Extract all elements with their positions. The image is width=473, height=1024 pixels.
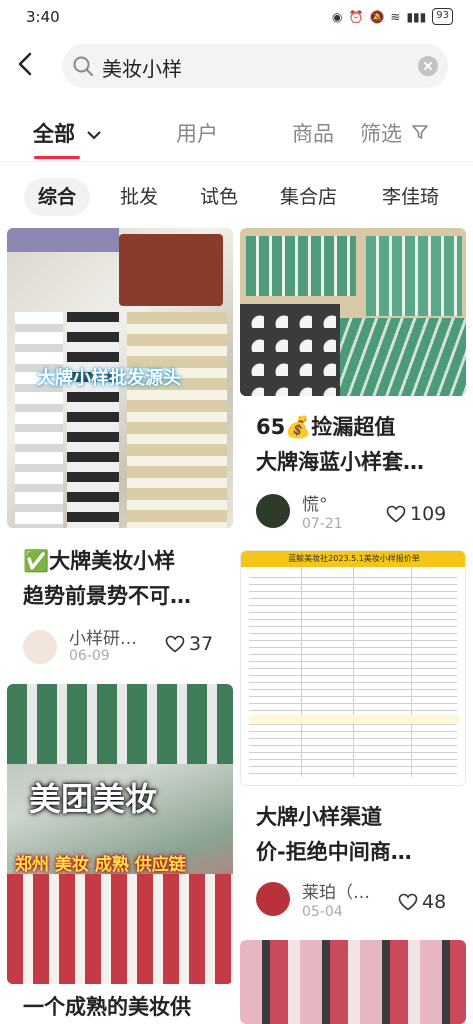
note-card[interactable]: 大牌小样批发源头 ✅大牌美妆小样 趋势前景势不可… 小样研… 06-09 37 bbox=[7, 228, 233, 674]
product-stack bbox=[67, 312, 119, 528]
product-box bbox=[366, 236, 462, 316]
search-input[interactable]: 美妆小样 bbox=[62, 44, 448, 88]
chip-swatch[interactable]: 试色 bbox=[186, 178, 252, 216]
chip-wholesale[interactable]: 批发 bbox=[106, 178, 172, 216]
sheet-title: 蓝鲸美妆社2023.5.1美妆小样报价单 bbox=[288, 554, 420, 563]
note-date: 06-09 bbox=[69, 648, 110, 664]
tab-products[interactable]: 商品 bbox=[292, 118, 334, 148]
table-section-header bbox=[249, 715, 459, 723]
battery-icon: 93 bbox=[432, 8, 453, 25]
heart-icon bbox=[398, 893, 418, 911]
note-title-line: 大牌海蓝小样套… bbox=[256, 450, 424, 474]
like-button[interactable]: 37 bbox=[165, 633, 213, 655]
author-name[interactable]: 慌° bbox=[302, 490, 328, 515]
avatar[interactable] bbox=[256, 494, 290, 528]
note-title-line: 一个成熟的美妆供 bbox=[23, 995, 191, 1019]
tab-indicator bbox=[34, 156, 80, 159]
status-time: 3:40 bbox=[26, 8, 60, 26]
wifi-icon: ≋ bbox=[390, 9, 401, 24]
avatar[interactable] bbox=[256, 882, 290, 916]
chip-store[interactable]: 集合店 bbox=[266, 178, 351, 216]
chip-li-jiaqi[interactable]: 李佳琦 bbox=[368, 178, 453, 216]
note-title-line: 65💰捡漏超值 bbox=[256, 415, 396, 439]
status-bar: 3:40 ◉ ⏰ 🔕 ≋ ▮▮▮ 93 bbox=[0, 0, 473, 36]
like-count: 37 bbox=[189, 633, 214, 655]
note-card[interactable] bbox=[240, 940, 466, 1024]
note-title: ✅大牌美妆小样 趋势前景势不可… bbox=[23, 544, 191, 614]
product-stack bbox=[127, 312, 227, 528]
note-date: 07-21 bbox=[302, 516, 343, 532]
tab-filter[interactable]: 筛选 bbox=[360, 118, 429, 148]
like-count: 109 bbox=[410, 503, 447, 525]
like-button[interactable]: 109 bbox=[386, 503, 446, 525]
product-stack bbox=[15, 312, 63, 528]
tab-filter-label: 筛选 bbox=[360, 122, 402, 146]
avatar[interactable] bbox=[23, 630, 57, 664]
note-title-line: 价-拒绝中间商… bbox=[256, 840, 412, 864]
status-icons: ◉ ⏰ 🔕 ≋ ▮▮▮ 93 bbox=[332, 8, 453, 25]
note-card[interactable]: 美团美妆 郑州 美妆 成熟 供应链 一个成熟的美妆供 bbox=[7, 684, 233, 1024]
cover-overlay-title: 美团美妆 bbox=[29, 780, 158, 818]
tabs-divider bbox=[0, 161, 473, 162]
note-cover-image: 美团美妆 郑州 美妆 成熟 供应链 bbox=[7, 684, 233, 984]
product-box bbox=[240, 304, 340, 396]
tab-all[interactable]: 全部 bbox=[33, 118, 102, 148]
like-button[interactable]: 48 bbox=[398, 891, 446, 913]
chip-comprehensive[interactable]: 综合 bbox=[24, 178, 91, 216]
note-card[interactable]: 65💰捡漏超值 大牌海蓝小样套… 慌° 07-21 109 bbox=[240, 228, 466, 540]
product-box bbox=[340, 318, 466, 396]
like-count: 48 bbox=[422, 891, 447, 913]
eye-icon: ◉ bbox=[332, 9, 343, 24]
shelf bbox=[7, 684, 233, 764]
alarm-icon: ⏰ bbox=[348, 9, 364, 24]
signal-icon: ▮▮▮ bbox=[406, 9, 427, 24]
product-box bbox=[246, 236, 356, 296]
note-date: 05-04 bbox=[302, 904, 343, 920]
main-tabs: 全部 用户 商品 筛选 bbox=[0, 110, 473, 160]
note-title-line: ✅大牌美妆小样 bbox=[23, 549, 176, 573]
mute-icon: 🔕 bbox=[369, 9, 385, 24]
note-card[interactable]: 蓝鲸美妆社2023.5.1美妆小样报价单 大牌小样渠道 价-拒绝中间商… 莱珀（… bbox=[240, 550, 466, 930]
table-divider bbox=[301, 567, 302, 777]
note-cover-image bbox=[240, 940, 466, 1024]
heart-icon bbox=[165, 635, 185, 653]
search-query: 美妆小样 bbox=[102, 57, 182, 81]
tab-all-label: 全部 bbox=[33, 122, 75, 146]
note-title: 一个成熟的美妆供 bbox=[23, 990, 191, 1024]
product-row bbox=[7, 228, 119, 252]
chevron-down-icon bbox=[87, 131, 102, 140]
product-box bbox=[119, 234, 223, 306]
heart-icon bbox=[386, 505, 406, 523]
clear-icon[interactable] bbox=[418, 56, 438, 76]
cover-overlay-subtitle: 郑州 美妆 成熟 供应链 bbox=[15, 855, 186, 875]
note-title-line: 趋势前景势不可… bbox=[23, 584, 191, 608]
note-title: 65💰捡漏超值 大牌海蓝小样套… bbox=[256, 410, 424, 480]
table-divider bbox=[411, 567, 412, 777]
note-title-line: 大牌小样渠道 bbox=[256, 805, 382, 829]
note-cover-image bbox=[240, 228, 466, 396]
note-title: 大牌小样渠道 价-拒绝中间商… bbox=[256, 800, 412, 870]
table-divider bbox=[353, 567, 354, 777]
shelf bbox=[7, 874, 233, 984]
author-name[interactable]: 小样研… bbox=[69, 624, 137, 649]
back-icon[interactable] bbox=[14, 50, 38, 78]
search-icon bbox=[72, 55, 94, 77]
note-cover-image: 蓝鲸美妆社2023.5.1美妆小样报价单 bbox=[240, 550, 466, 786]
note-cover-image: 大牌小样批发源头 bbox=[7, 228, 233, 528]
cover-overlay-text: 大牌小样批发源头 bbox=[37, 368, 181, 389]
tab-users[interactable]: 用户 bbox=[176, 118, 218, 148]
filter-icon bbox=[411, 125, 428, 139]
author-name[interactable]: 莱珀（… bbox=[302, 878, 370, 903]
